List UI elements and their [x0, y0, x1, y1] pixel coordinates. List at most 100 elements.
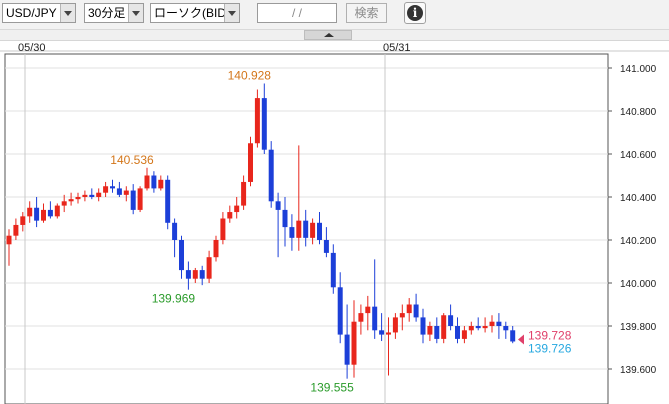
- chart-style-select[interactable]: ローソク(BID): [150, 3, 240, 23]
- candle-body[interactable]: [13, 224, 19, 236]
- candle-body[interactable]: [455, 326, 460, 339]
- candle-body[interactable]: [213, 240, 219, 258]
- candle-body[interactable]: [82, 194, 88, 197]
- candle-body[interactable]: [392, 317, 398, 333]
- search-button[interactable]: 検索: [346, 3, 387, 23]
- candle-body[interactable]: [323, 240, 329, 253]
- y-tick-label: 141.000: [620, 64, 657, 75]
- y-tick-label: 140.800: [620, 107, 657, 118]
- candle-body[interactable]: [420, 317, 426, 335]
- candle-body[interactable]: [461, 330, 467, 339]
- candle-body[interactable]: [220, 218, 226, 241]
- candle-body[interactable]: [379, 330, 385, 335]
- candle-body[interactable]: [482, 326, 488, 329]
- chevron-down-icon[interactable]: [60, 4, 75, 22]
- candle-body[interactable]: [27, 207, 33, 217]
- candle-body[interactable]: [344, 334, 350, 365]
- candle-body[interactable]: [68, 199, 74, 202]
- candle-body[interactable]: [248, 143, 253, 182]
- candlestick-chart[interactable]: 05/30 05/31 141.000 140.800 140.600 140.400…: [0, 41, 669, 404]
- candle-body[interactable]: [179, 240, 184, 271]
- y-tick-label: 140.600: [620, 150, 657, 161]
- candle-body[interactable]: [47, 209, 53, 217]
- candle-body[interactable]: [296, 220, 302, 238]
- candle-body[interactable]: [289, 227, 295, 238]
- candle-body[interactable]: [317, 222, 322, 240]
- candle-body[interactable]: [130, 190, 136, 210]
- candle-body[interactable]: [158, 179, 164, 189]
- candle-body[interactable]: [441, 315, 447, 339]
- candle-body[interactable]: [54, 205, 60, 217]
- candle-body[interactable]: [475, 326, 481, 329]
- candle-body[interactable]: [110, 186, 115, 189]
- date-label: 05/31: [383, 42, 411, 54]
- candle-body[interactable]: [41, 209, 46, 221]
- candle-body[interactable]: [185, 270, 191, 279]
- candle-body[interactable]: [434, 326, 440, 339]
- y-tick-label: 139.600: [620, 365, 657, 376]
- candle-body[interactable]: [20, 216, 26, 225]
- chevron-down-icon[interactable]: [128, 4, 143, 22]
- candle-body[interactable]: [330, 252, 336, 288]
- candle-body[interactable]: [151, 175, 157, 189]
- candle-body[interactable]: [234, 205, 240, 213]
- candle-body[interactable]: [372, 306, 378, 331]
- candle-body[interactable]: [61, 201, 67, 206]
- candle-body[interactable]: [144, 175, 150, 189]
- candle-body[interactable]: [123, 190, 129, 195]
- high-annotation: 140.536: [110, 153, 154, 167]
- candle-body[interactable]: [310, 222, 316, 238]
- candle-body[interactable]: [503, 326, 509, 331]
- candle-body[interactable]: [358, 313, 364, 322]
- info-button[interactable]: i: [404, 2, 426, 24]
- low-annotation: 139.969: [152, 292, 196, 306]
- candle-body[interactable]: [165, 179, 171, 223]
- chart-style-value: ローソク(BID): [154, 6, 230, 20]
- candle-body[interactable]: [365, 306, 371, 314]
- candle-body[interactable]: [406, 304, 412, 314]
- candle-body[interactable]: [399, 313, 405, 318]
- collapse-toggle[interactable]: [304, 30, 352, 40]
- timeframe-value: 30分足: [88, 6, 126, 20]
- chevron-down-icon[interactable]: [224, 4, 239, 22]
- candle-body[interactable]: [103, 186, 109, 193]
- candle-body[interactable]: [448, 315, 454, 326]
- current-ask-label: 139.726: [528, 341, 572, 355]
- candle-body[interactable]: [254, 98, 260, 144]
- candle-body[interactable]: [89, 194, 95, 197]
- candle-body[interactable]: [337, 287, 343, 335]
- candle-body[interactable]: [192, 270, 198, 279]
- candle-body[interactable]: [303, 220, 309, 238]
- candle-body[interactable]: [75, 197, 81, 200]
- candle-body[interactable]: [510, 330, 516, 342]
- candle-body[interactable]: [275, 201, 281, 210]
- candle-body[interactable]: [96, 192, 102, 197]
- candle-body[interactable]: [6, 235, 12, 245]
- current-bid-label: 139.728: [528, 328, 572, 342]
- date-label: 05/30: [18, 42, 46, 54]
- timeframe-select[interactable]: 30分足: [84, 3, 144, 23]
- candle-body[interactable]: [137, 188, 143, 210]
- candle-body[interactable]: [227, 212, 233, 219]
- candle-body[interactable]: [468, 326, 474, 331]
- candle-body[interactable]: [172, 222, 178, 240]
- candle-body[interactable]: [386, 332, 391, 335]
- candle-body[interactable]: [427, 326, 433, 335]
- candle-body[interactable]: [413, 304, 419, 318]
- high-annotation: 140.928: [228, 68, 272, 82]
- candle-body[interactable]: [282, 209, 288, 228]
- candle-body[interactable]: [351, 321, 357, 365]
- candle-body[interactable]: [268, 149, 274, 202]
- candle-body[interactable]: [206, 257, 212, 279]
- candle-body[interactable]: [241, 181, 247, 206]
- candle-body[interactable]: [34, 207, 40, 221]
- currency-pair-select[interactable]: USD/JPY: [2, 3, 76, 23]
- candle-body[interactable]: [261, 98, 267, 150]
- candle-body[interactable]: [199, 270, 205, 279]
- candle-body[interactable]: [496, 321, 502, 326]
- candle-body[interactable]: [489, 321, 495, 326]
- y-tick-label: 140.400: [620, 193, 657, 204]
- candle-body[interactable]: [116, 188, 122, 195]
- date-input[interactable]: / /: [257, 3, 337, 23]
- y-tick-label: 140.200: [620, 236, 657, 247]
